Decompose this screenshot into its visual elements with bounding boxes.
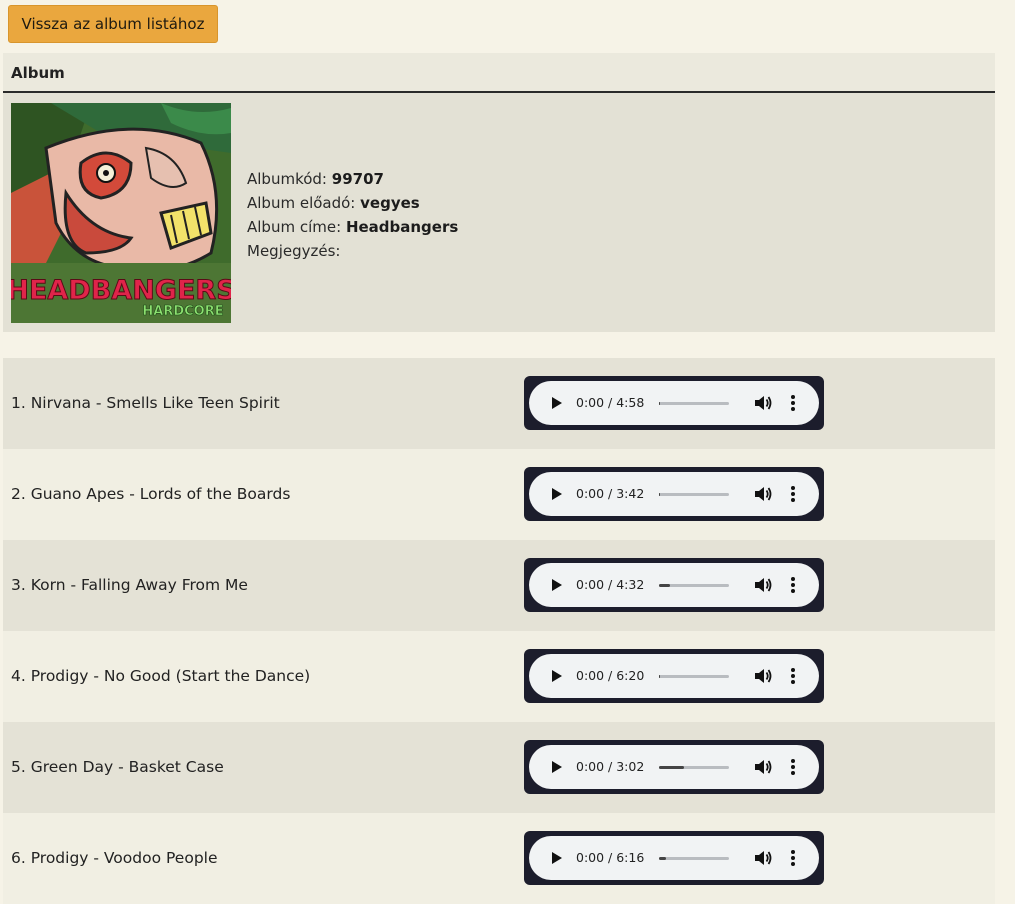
time-display: 0:00 / 3:42 xyxy=(576,486,645,501)
album-code-value: 99707 xyxy=(331,170,384,188)
audio-player: 0:00 / 3:02 xyxy=(524,740,824,794)
volume-icon[interactable] xyxy=(753,666,773,686)
track-title: 2. Guano Apes - Lords of the Boards xyxy=(11,485,291,503)
album-code-label: Albumkód: xyxy=(247,170,327,188)
album-title-value: Headbangers xyxy=(345,218,459,236)
play-icon[interactable] xyxy=(552,761,562,773)
time-display: 0:00 / 4:58 xyxy=(576,395,645,410)
album-panel: Album HEADBANGERS HARDCORE Albumkód: 997… xyxy=(3,53,995,332)
seek-slider[interactable] xyxy=(659,584,729,587)
seek-buffered xyxy=(659,857,666,860)
more-options-icon[interactable] xyxy=(785,393,801,413)
album-code-line: Albumkód: 99707 xyxy=(247,167,458,191)
track-row: 4. Prodigy - No Good (Start the Dance) 0… xyxy=(3,631,995,722)
volume-icon[interactable] xyxy=(753,848,773,868)
time-display: 0:00 / 6:16 xyxy=(576,850,645,865)
track-title: 3. Korn - Falling Away From Me xyxy=(11,576,248,594)
cover-subtitle-text: HARDCORE xyxy=(142,304,223,319)
album-artist-line: Album előadó: vegyes xyxy=(247,191,458,215)
play-icon[interactable] xyxy=(552,852,562,864)
album-header: Album xyxy=(3,53,995,93)
seek-buffered xyxy=(659,675,661,678)
track-row: 6. Prodigy - Voodoo People 0:00 / 6:16 xyxy=(3,813,995,904)
track-row: 5. Green Day - Basket Case 0:00 / 3:02 xyxy=(3,722,995,813)
play-icon[interactable] xyxy=(552,670,562,682)
track-title: 1. Nirvana - Smells Like Teen Spirit xyxy=(11,394,280,412)
time-display: 0:00 / 3:02 xyxy=(576,759,645,774)
audio-player: 0:00 / 6:16 xyxy=(524,831,824,885)
track-list: 1. Nirvana - Smells Like Teen Spirit 0:0… xyxy=(3,358,995,904)
track-title: 4. Prodigy - No Good (Start the Dance) xyxy=(11,667,311,685)
volume-icon[interactable] xyxy=(753,393,773,413)
album-title-label: Album címe: xyxy=(247,218,342,236)
album-artist-value: vegyes xyxy=(360,194,420,212)
audio-player-controls: 0:00 / 3:42 xyxy=(529,472,819,516)
volume-icon[interactable] xyxy=(753,757,773,777)
album-note-label: Megjegyzés: xyxy=(247,242,341,260)
back-to-album-list-button[interactable]: Vissza az album listához xyxy=(8,5,218,43)
audio-player: 0:00 / 4:32 xyxy=(524,558,824,612)
audio-player-controls: 0:00 / 6:16 xyxy=(529,836,819,880)
seek-slider[interactable] xyxy=(659,675,729,678)
more-options-icon[interactable] xyxy=(785,848,801,868)
audio-player-controls: 0:00 / 4:58 xyxy=(529,381,819,425)
audio-player-controls: 0:00 / 4:32 xyxy=(529,563,819,607)
time-display: 0:00 / 6:20 xyxy=(576,668,645,683)
seek-buffered xyxy=(659,584,670,587)
more-options-icon[interactable] xyxy=(785,666,801,686)
more-options-icon[interactable] xyxy=(785,757,801,777)
play-icon[interactable] xyxy=(552,488,562,500)
seek-slider[interactable] xyxy=(659,493,729,496)
play-icon[interactable] xyxy=(552,397,562,409)
album-meta: Albumkód: 99707 Album előadó: vegyes Alb… xyxy=(247,167,458,263)
seek-buffered xyxy=(659,402,661,405)
audio-player-controls: 0:00 / 6:20 xyxy=(529,654,819,698)
audio-player-controls: 0:00 / 3:02 xyxy=(529,745,819,789)
volume-icon[interactable] xyxy=(753,484,773,504)
more-options-icon[interactable] xyxy=(785,575,801,595)
track-title: 5. Green Day - Basket Case xyxy=(11,758,224,776)
audio-player: 0:00 / 3:42 xyxy=(524,467,824,521)
track-row: 3. Korn - Falling Away From Me 0:00 / 4:… xyxy=(3,540,995,631)
seek-buffered xyxy=(659,493,661,496)
album-cover-image: HEADBANGERS HARDCORE xyxy=(11,103,231,323)
audio-player: 0:00 / 4:58 xyxy=(524,376,824,430)
track-row: 1. Nirvana - Smells Like Teen Spirit 0:0… xyxy=(3,358,995,449)
album-title-line: Album címe: Headbangers xyxy=(247,215,458,239)
track-title: 6. Prodigy - Voodoo People xyxy=(11,849,218,867)
seek-slider[interactable] xyxy=(659,857,729,860)
volume-icon[interactable] xyxy=(753,575,773,595)
time-display: 0:00 / 4:32 xyxy=(576,577,645,592)
play-icon[interactable] xyxy=(552,579,562,591)
seek-buffered xyxy=(659,766,684,769)
audio-player: 0:00 / 6:20 xyxy=(524,649,824,703)
more-options-icon[interactable] xyxy=(785,484,801,504)
seek-slider[interactable] xyxy=(659,402,729,405)
seek-slider[interactable] xyxy=(659,766,729,769)
album-artist-label: Album előadó: xyxy=(247,194,356,212)
album-note-line: Megjegyzés: xyxy=(247,239,458,263)
track-row: 2. Guano Apes - Lords of the Boards 0:00… xyxy=(3,449,995,540)
cover-title-text: HEADBANGERS xyxy=(11,275,231,306)
